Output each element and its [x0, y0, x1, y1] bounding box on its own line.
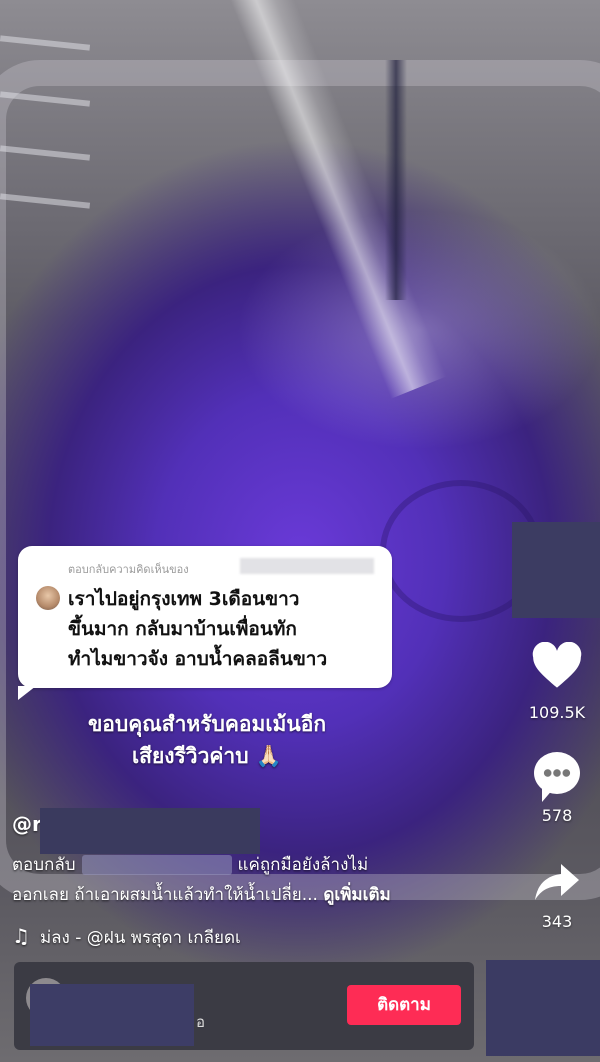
heart-icon — [517, 641, 597, 701]
redacted-bottom-right — [486, 960, 600, 1056]
dark-stream — [385, 60, 407, 300]
video-caption-overlay: ขอบคุณสำหรับคอมเม้นอีก เสียงรีวิวค่าบ 🙏🏻 — [87, 712, 327, 768]
follow-button[interactable]: ติดตาม — [347, 985, 461, 1025]
redacted-mention — [81, 855, 232, 875]
post-description[interactable]: ตอบกลับ แค่ถูกมือยังล้างไม่ ออกเลย ถ้าเอา… — [12, 850, 482, 910]
comment-count: 578 — [541, 806, 573, 825]
commenter-avatar — [36, 586, 60, 610]
reply-comment-text: เราไปอยู่กรุงเทพ 3เดือนขาว ขึ้นมาก กลับม… — [68, 588, 328, 670]
comment-button[interactable]: 578 — [517, 752, 597, 825]
redacted-commenter-name — [240, 558, 374, 574]
description-text-1: แค่ถูกมือยังล้างไม่ — [237, 855, 369, 875]
like-count: 109.5K — [528, 703, 586, 722]
description-prefix: ตอบกลับ — [12, 855, 76, 875]
reply-comment-card[interactable]: ตอบกลับความคิดเห็นของ เราไปอยู่กรุงเทพ 3… — [18, 546, 392, 700]
reply-header: ตอบกลับความคิดเห็นของ — [68, 563, 189, 576]
share-button[interactable]: 343 — [517, 862, 597, 931]
see-more-link[interactable]: ดูเพิ่มเติม — [323, 885, 390, 905]
share-count: 343 — [541, 912, 573, 931]
description-text-2: ออกเลย ถ้าเอาผสมน้ำแล้วทำให้น้ำเปลี่ย... — [12, 885, 318, 905]
redacted-username — [40, 808, 260, 854]
redacted-account-name — [30, 984, 194, 1046]
like-button[interactable]: 109.5K — [517, 641, 597, 722]
author-username[interactable]: @r — [12, 812, 42, 836]
account-name-suffix: อ — [196, 1013, 206, 1031]
music-title: ม่ลง - @ฝน พรสุดา เกลียดเ — [39, 928, 241, 948]
sink-rim — [0, 60, 600, 900]
music-ticker[interactable]: ♫ ม่ลง - @ฝน พรสุดา เกลียดเ — [12, 924, 241, 951]
music-note-icon: ♫ — [12, 924, 30, 948]
share-icon — [533, 862, 581, 902]
comment-icon — [534, 752, 580, 802]
dish-rack-bar — [0, 35, 91, 51]
redacted-creator-avatar[interactable] — [512, 522, 600, 618]
